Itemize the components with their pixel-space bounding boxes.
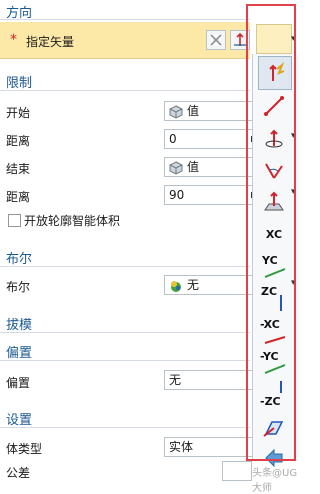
required-mark: * (10, 32, 17, 48)
svg-text:-ZC: -ZC (260, 395, 281, 408)
offset-section-divider (0, 360, 250, 361)
specify-vector-label: 指定矢量 (26, 35, 75, 49)
start-distance-dropdown-arrow[interactable]: ▾ (291, 131, 296, 141)
value-cube-icon (169, 104, 183, 119)
vector-type-selected[interactable] (256, 24, 292, 54)
offset-select[interactable]: 无 (164, 370, 264, 390)
boolean-none-icon (171, 280, 181, 292)
end-select[interactable]: 值 (164, 157, 264, 177)
reverse-direction-icon (234, 32, 246, 46)
offset-label: 偏置 (6, 376, 31, 390)
start-label: 开始 (6, 106, 31, 120)
curve-vector-icon (265, 129, 283, 148)
open-profile-checkbox[interactable] (8, 214, 21, 227)
reverse-direction-button[interactable] (230, 30, 250, 50)
vector-type-dropdown-arrow[interactable]: ▾ (291, 34, 296, 44)
boolean-dropdown-arrow[interactable]: ▾ (291, 278, 296, 288)
vector-menu-item-two-points[interactable] (258, 90, 290, 122)
vector-menu-item-neg-xc[interactable]: -XC (258, 314, 290, 346)
settings-section-title[interactable]: 设置 (6, 409, 32, 428)
draft-section-title[interactable]: 拔模 (6, 314, 32, 333)
specify-vector-row[interactable]: * 指定矢量 (0, 22, 250, 59)
start-select-value: 值 (187, 104, 200, 118)
vector-menu-item-yc[interactable]: YC (258, 250, 290, 282)
start-distance-input[interactable]: 0 (164, 129, 264, 149)
tolerance-label: 公差 (6, 466, 31, 480)
view-direction-icon (263, 421, 284, 437)
boolean-select-value: 无 (187, 278, 200, 292)
settings-section-divider (0, 427, 250, 428)
draft-section-divider (0, 332, 250, 333)
angle-vector-icon (265, 163, 283, 179)
svg-text:-XC: -XC (260, 318, 280, 331)
offset-section-title[interactable]: 偏置 (6, 342, 32, 361)
vector-menu-item-auto[interactable] (258, 56, 292, 90)
vector-menu-item-neg-zc[interactable]: -ZC (258, 378, 290, 410)
neg-zc-axis-icon: -ZC (260, 381, 282, 408)
end-select-value: 值 (187, 160, 200, 174)
boolean-label: 布尔 (6, 280, 31, 294)
vector-dialog-button[interactable] (206, 30, 226, 50)
body-type-select[interactable]: 实体 (164, 437, 264, 457)
value-cube-icon (169, 160, 183, 175)
vector-menu-item-xc[interactable]: XC (258, 218, 290, 250)
vector-menu-item-face-normal[interactable] (258, 186, 290, 218)
open-profile-label: 开放轮廓智能体积 (24, 214, 121, 228)
yc-axis-icon: YC (261, 254, 286, 278)
xc-axis-label: XC (265, 227, 283, 241)
vector-menu-item-zc[interactable]: ZC (258, 282, 290, 314)
direction-section-divider (0, 19, 250, 20)
body-type-label: 体类型 (6, 442, 43, 456)
neg-xc-axis-icon: -XC (260, 318, 286, 344)
vector-menu-item-angle[interactable] (258, 154, 290, 186)
boolean-select[interactable]: 无 (164, 275, 264, 295)
end-distance-label: 距离 (6, 190, 31, 204)
svg-text:-YC: -YC (260, 350, 279, 363)
face-normal-icon (264, 191, 284, 211)
end-distance-dropdown-arrow[interactable]: ▾ (291, 187, 296, 197)
end-label: 结束 (6, 162, 31, 176)
limits-section-title[interactable]: 限制 (6, 72, 32, 91)
svg-text:ZC: ZC (261, 285, 277, 298)
tolerance-input[interactable] (222, 461, 252, 481)
watermark: 头条@UG大师 (252, 468, 298, 494)
boolean-section-title[interactable]: 布尔 (6, 248, 32, 267)
auto-vector-icon (269, 61, 285, 81)
boolean-section-divider (0, 266, 250, 267)
two-points-icon (264, 96, 284, 116)
neg-yc-axis-icon: -YC (260, 350, 286, 374)
limits-section-divider (0, 90, 250, 91)
zc-axis-icon: ZC (261, 285, 282, 311)
vector-menu-item-neg-yc[interactable]: -YC (258, 346, 290, 378)
vector-menu-item-view-direction[interactable] (258, 412, 290, 444)
end-distance-input[interactable]: 90 (164, 185, 264, 205)
svg-text:YC: YC (261, 254, 278, 267)
start-distance-label: 距离 (6, 134, 31, 148)
vector-menu-item-curve[interactable] (258, 122, 290, 154)
start-select[interactable]: 值 (164, 101, 264, 121)
vector-dialog-icon (210, 34, 222, 46)
